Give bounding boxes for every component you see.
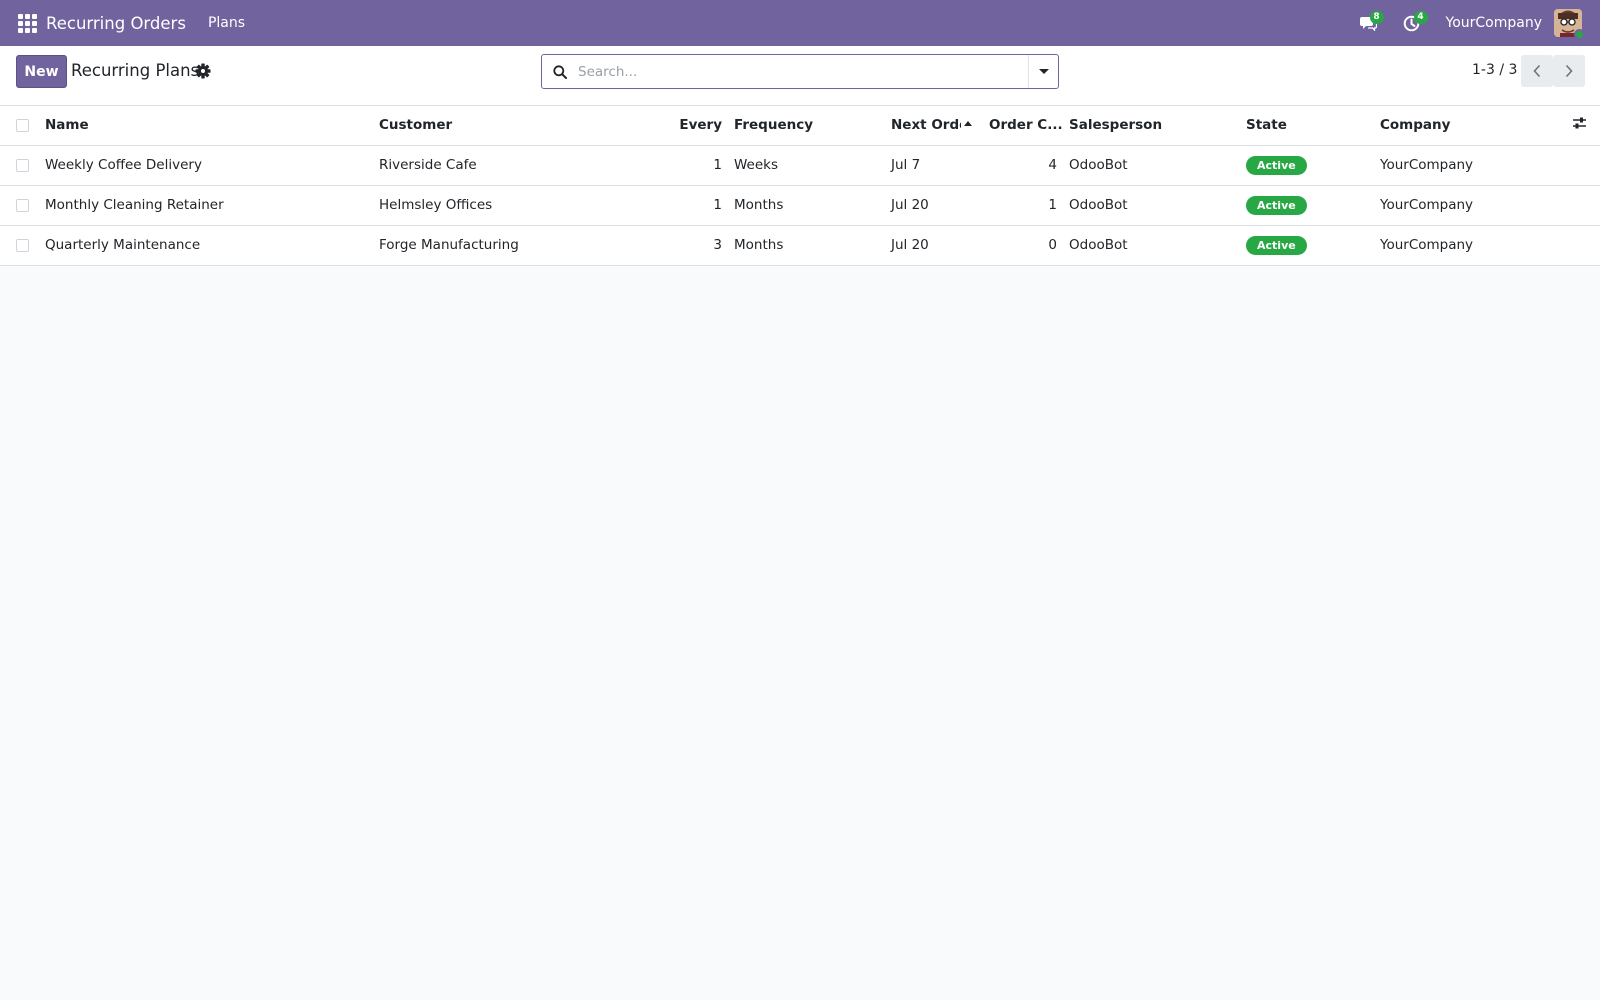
cell-state[interactable]: Active [1240,225,1374,266]
search-input[interactable] [578,55,1028,88]
column-header-every[interactable]: Every [639,106,728,146]
sort-ascending-icon [964,121,972,127]
control-panel: New Recurring Plans 1-3 / 3 [0,46,1600,106]
cell-next-order[interactable]: Jul 20 [885,225,983,266]
row-select-cell [0,225,39,266]
cell-next-order[interactable]: Jul 20 [885,185,983,226]
column-header-company[interactable]: Company [1374,106,1566,146]
cell-name[interactable]: Weekly Coffee Delivery [39,145,373,186]
cell-spacer [1566,225,1600,266]
systray: 8 4 YourCompany [1346,0,1600,46]
cell-name[interactable]: Monthly Cleaning Retainer [39,185,373,226]
messages-button[interactable]: 8 [1346,0,1390,46]
table-row[interactable]: Monthly Cleaning Retainer Helmsley Offic… [0,185,1600,226]
column-header-order-count[interactable]: Order C... [983,106,1063,146]
table-header-row: Name Customer Every Frequency Next Order… [0,106,1600,146]
table-row[interactable]: Quarterly Maintenance Forge Manufacturin… [0,225,1600,266]
column-header-frequency[interactable]: Frequency [728,106,885,146]
cell-customer[interactable]: Helmsley Offices [373,185,639,226]
cell-order-count[interactable]: 1 [983,185,1063,226]
next-order-header-label: Next Order [891,117,961,134]
column-header-state[interactable]: State [1240,106,1374,146]
top-navbar: Recurring Orders Plans 8 4 YourCompany [0,0,1600,46]
cell-company[interactable]: YourCompany [1374,185,1566,226]
chevron-left-icon [1533,64,1541,78]
search-options-toggle[interactable] [1028,55,1058,88]
user-avatar[interactable] [1554,9,1585,40]
row-checkbox[interactable] [16,238,29,252]
optional-columns-toggle[interactable] [1566,106,1600,146]
company-switcher[interactable]: YourCompany [1446,15,1543,31]
pager-next-button[interactable] [1553,55,1585,87]
table-row[interactable]: Weekly Coffee Delivery Riverside Cafe 1 … [0,145,1600,186]
online-status-dot [1574,29,1585,40]
search-icon [542,64,578,79]
select-all-cell [0,106,39,146]
pager-value[interactable]: 1-3 / 3 [1472,62,1517,78]
activities-button[interactable]: 4 [1390,0,1434,46]
app-brand[interactable]: Recurring Orders [46,14,186,33]
plans-list-table: Name Customer Every Frequency Next Order… [0,106,1600,266]
cell-order-count[interactable]: 0 [983,225,1063,266]
cell-every[interactable]: 1 [639,185,728,226]
cell-spacer [1566,145,1600,186]
cell-state[interactable]: Active [1240,185,1374,226]
cell-next-order[interactable]: Jul 7 [885,145,983,186]
apps-menu-icon[interactable] [16,12,38,34]
cell-frequency[interactable]: Months [728,225,885,266]
cell-state[interactable]: Active [1240,145,1374,186]
column-header-name[interactable]: Name [39,106,373,146]
cell-customer[interactable]: Forge Manufacturing [373,225,639,266]
cell-frequency[interactable]: Months [728,185,885,226]
column-header-salesperson[interactable]: Salesperson [1063,106,1240,146]
new-button[interactable]: New [16,55,67,88]
cell-spacer [1566,185,1600,226]
cell-order-count[interactable]: 4 [983,145,1063,186]
menu-plans[interactable]: Plans [208,15,245,31]
chevron-right-icon [1565,64,1573,78]
status-badge: Active [1246,235,1307,255]
cell-every[interactable]: 1 [639,145,728,186]
status-badge: Active [1246,155,1307,175]
pager-previous-button[interactable] [1521,55,1553,87]
cell-frequency[interactable]: Weeks [728,145,885,186]
column-header-next-order[interactable]: Next Order [885,106,983,146]
search-bar [541,54,1059,89]
row-checkbox[interactable] [16,158,29,172]
select-all-checkbox[interactable] [16,118,29,132]
row-select-cell [0,185,39,226]
status-badge: Active [1246,195,1307,215]
cell-company[interactable]: YourCompany [1374,145,1566,186]
page-title: Recurring Plans [71,61,200,80]
cell-salesperson[interactable]: OdooBot [1063,185,1240,226]
cell-salesperson[interactable]: OdooBot [1063,225,1240,266]
cell-company[interactable]: YourCompany [1374,225,1566,266]
row-checkbox[interactable] [16,198,29,212]
column-header-customer[interactable]: Customer [373,106,639,146]
row-select-cell [0,145,39,186]
caret-down-icon [1038,69,1049,74]
messages-count-badge: 8 [1369,11,1384,24]
cell-salesperson[interactable]: OdooBot [1063,145,1240,186]
cell-customer[interactable]: Riverside Cafe [373,145,639,186]
activities-count-badge: 4 [1413,11,1428,24]
cell-name[interactable]: Quarterly Maintenance [39,225,373,266]
cell-every[interactable]: 3 [639,225,728,266]
sliders-icon [1573,117,1586,129]
gear-icon[interactable] [194,62,212,80]
